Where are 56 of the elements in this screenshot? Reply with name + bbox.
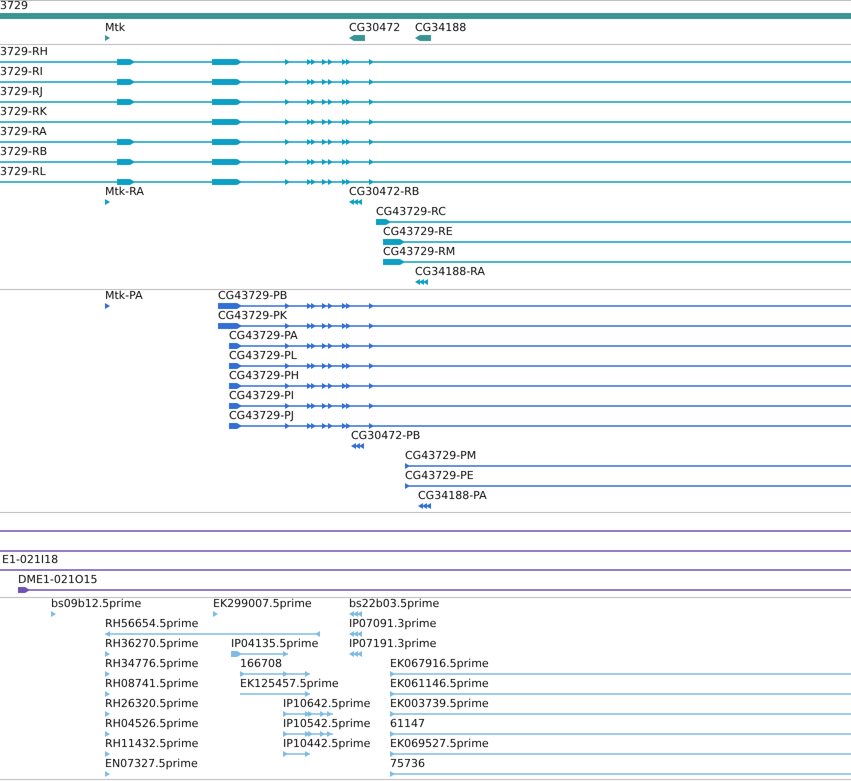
feature-label: E1-021I18 xyxy=(2,553,58,567)
feature-label: EK067916.5prime xyxy=(390,657,489,671)
feature-label: CG34188-RA xyxy=(415,265,485,279)
feature-label: CG43729-PK xyxy=(218,309,288,323)
feature-label: EK299007.5prime xyxy=(213,598,312,611)
feature-label: CG43729-PJ xyxy=(229,409,294,423)
feature-label: RH34776.5prime xyxy=(105,657,198,671)
feature-label: bs09b12.5prime xyxy=(51,598,142,611)
feature-label: CG43729-RE xyxy=(383,225,453,239)
feature-label: 3729-RK xyxy=(0,105,47,119)
feature-label: RH36270.5prime xyxy=(105,637,198,651)
feature-label: CG34188 xyxy=(415,21,466,35)
feature-label: RH08741.5prime xyxy=(105,677,198,691)
feature-label: 166708 xyxy=(240,657,282,671)
feature-label: IP10442.5prime xyxy=(283,737,370,751)
feature-label: Mtk xyxy=(105,21,126,35)
feature-label: 3729-RB xyxy=(0,145,48,159)
feature-label: EK061146.5prime xyxy=(390,677,489,691)
feature-label: EK069527.5prime xyxy=(390,737,489,751)
feature-label: Mtk-PA xyxy=(105,290,143,303)
feature-label: CG30472 xyxy=(349,21,400,35)
feature-label: IP10642.5prime xyxy=(283,697,370,711)
feature-label: 61147 xyxy=(390,717,425,731)
feature-label: EK125457.5prime xyxy=(240,677,339,691)
feature-label: IP10542.5prime xyxy=(283,717,370,731)
feature-label: Mtk-RA xyxy=(105,185,144,199)
feature-label: CG43729-PA xyxy=(229,329,298,343)
feature-label: CG43729-PH xyxy=(229,369,300,383)
feature-label: CG43729-RM xyxy=(383,245,456,259)
feature-label: IP07191.3prime xyxy=(349,637,436,651)
feature-label: RH04526.5prime xyxy=(105,717,198,731)
feature-label: 3729-RL xyxy=(0,165,46,179)
feature-label: CG43729-PE xyxy=(405,469,474,483)
feature-label: RH26320.5prime xyxy=(105,697,198,711)
feature-label: 75736 xyxy=(390,757,425,771)
feature-label: 3729-RA xyxy=(0,125,47,139)
feature-label: CG30472-RB xyxy=(349,185,420,199)
feature-label: 3729-RI xyxy=(0,65,43,79)
feature-label: DME1-021O15 xyxy=(18,573,98,587)
feature-label: CG43729-PB xyxy=(218,290,288,303)
feature-label: CG43729-PL xyxy=(229,349,297,363)
feature-label: CG34188-PA xyxy=(418,489,487,503)
feature-label: CG43729-PM xyxy=(405,449,476,463)
feature-label: 3729 xyxy=(0,1,28,13)
feature-label: IP04135.5prime xyxy=(231,637,318,651)
feature-label: bs22b03.5prime xyxy=(349,598,440,611)
feature-label: RH11432.5prime xyxy=(105,737,198,751)
feature-label: EN07327.5prime xyxy=(105,757,198,771)
feature-label: RH56654.5prime xyxy=(105,617,198,631)
feature-label: 3729-RH xyxy=(0,45,48,59)
feature-label: IP07091.3prime xyxy=(349,617,436,631)
feature-label: CG30472-PB xyxy=(351,429,420,443)
feature-label: 3729-RJ xyxy=(0,85,43,99)
feature-label: CG43729-RC xyxy=(376,205,446,219)
feature-label: EK003739.5prime xyxy=(390,697,489,711)
feature-label: CG43729-PI xyxy=(229,389,294,403)
